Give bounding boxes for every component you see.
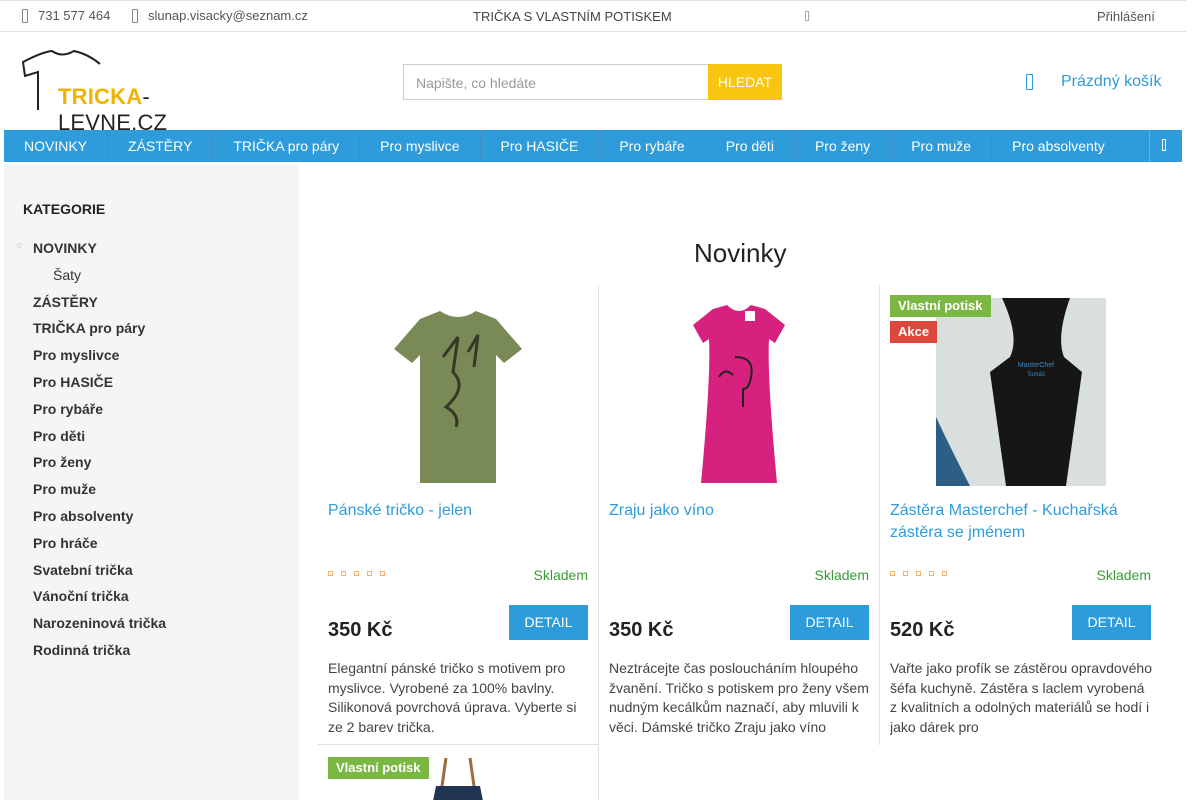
facebook-icon[interactable] [805,11,809,21]
login-link[interactable]: Přihlášení [1097,9,1155,24]
sidebar-item-pro-hrace[interactable]: Pro hráče [33,534,166,561]
sidebar-item-pro-rybare[interactable]: Pro rybáře [33,400,166,427]
nav-item-pro-zeny[interactable]: Pro ženy [795,130,892,162]
email-address: slunap.visacky@seznam.cz [148,8,308,23]
nav-item-pro-hasice[interactable]: Pro HASIČE [481,130,600,162]
product-name[interactable]: Zástěra Masterchef - Kuchařská zástěra s… [890,500,1145,544]
phone-number: 731 577 464 [38,8,111,23]
page-title: Novinky [694,238,787,268]
sidebar-item-pro-absolventy[interactable]: Pro absolventy [33,507,166,534]
svg-text:Tomáš: Tomáš [1027,372,1045,378]
top-bar: 731 577 464 slunap.visacky@seznam.cz TRI… [0,0,1186,32]
menu-toggle-button[interactable] [1149,130,1182,162]
product-image[interactable] [609,297,869,487]
custom-print-badge: Vlastní potisk [328,757,429,779]
sidebar-item-svatebni-tricka[interactable]: Svatební trička [33,561,166,588]
star-icon [890,571,895,576]
phone-contact[interactable]: 731 577 464 [22,8,110,23]
nav-item-novinky[interactable]: NOVINKY [4,130,109,162]
bullet-icon [17,243,22,248]
product-price: 520 Kč [890,619,955,641]
product-price: 350 Kč [609,619,674,641]
email-contact[interactable]: slunap.visacky@seznam.cz [132,8,308,23]
nav-item-pro-myslivce[interactable]: Pro myslivce [360,130,481,162]
detail-button[interactable]: DETAIL [790,605,869,640]
rating-stars [328,571,385,576]
cart-icon[interactable] [1026,74,1033,90]
custom-print-badge: Vlastní potisk [890,295,991,317]
product-price: 350 Kč [328,619,393,641]
sidebar-item-rodinna-tricka[interactable]: Rodinná trička [33,641,166,668]
logo-text: TRICKA-LEVNE.CZ [58,84,168,135]
product-card: Zraju jako víno Skladem 350 Kč DETAIL Ne… [599,285,880,745]
product-image[interactable] [328,297,588,487]
nav-item-pro-rybare[interactable]: Pro rybáře [599,130,706,162]
star-icon [903,571,908,576]
stock-status: Skladem [533,567,588,583]
search-button[interactable]: HLEDAT [708,64,782,100]
stock-status: Skladem [1096,567,1151,583]
nav-item-zastery[interactable]: ZÁSTĚRY [108,130,214,162]
mail-icon [132,8,138,23]
nav-item-pro-absolventy[interactable]: Pro absolventy [992,130,1125,162]
search-input[interactable]: Napište, co hledáte [403,64,709,100]
sidebar-item-novinky[interactable]: NOVINKY [17,239,166,266]
main-navigation: NOVINKY ZÁSTĚRY TRIČKA pro páry Pro mysl… [4,130,1182,162]
product-card: Pánské tričko - jelen Skladem 350 Kč DET… [318,285,599,745]
rating-stars [890,571,947,576]
sale-badge: Akce [890,321,938,343]
detail-button[interactable]: DETAIL [1072,605,1151,640]
detail-button[interactable]: DETAIL [509,605,588,640]
product-card: MasterChef Tomáš Vlastní potisk Akce Zás… [880,285,1161,745]
product-name[interactable]: Pánské tričko - jelen [328,500,583,522]
stock-status: Skladem [814,567,869,583]
sidebar-item-pro-muze[interactable]: Pro muže [33,480,166,507]
sidebar-item-pro-myslivce[interactable]: Pro myslivce [33,346,166,373]
sidebar-item-saty[interactable]: Šaty [33,266,166,293]
site-logo[interactable]: TRICKA-LEVNE.CZ [22,50,227,135]
product-description: Neztrácejte čas posloucháním hloupého žv… [609,660,869,735]
cart-label[interactable]: Prázdný košík [1061,73,1161,91]
product-description: Elegantní pánské tričko s motivem pro my… [328,660,577,735]
sidebar-item-tricka-pro-pary[interactable]: TRIČKA pro páry [33,319,166,346]
sidebar-heading: KATEGORIE [23,201,106,217]
menu-icon [1162,139,1166,151]
star-icon [328,571,333,576]
sidebar-item-zastery[interactable]: ZÁSTĚRY [33,293,166,320]
nav-item-pro-deti[interactable]: Pro děti [706,130,795,162]
product-card: Vlastní potisk [318,746,599,800]
category-sidebar: KATEGORIE NOVINKY Šaty ZÁSTĚRY TRIČKA pr… [4,164,299,800]
sidebar-item-narozeninova-tricka[interactable]: Narozeninová trička [33,614,166,641]
sidebar-item-pro-hasice[interactable]: Pro HASIČE [33,373,166,400]
star-icon [942,571,947,576]
star-icon [929,571,934,576]
product-name[interactable]: Zraju jako víno [609,500,864,522]
nav-item-pro-muze[interactable]: Pro muže [891,130,993,162]
star-icon [354,571,359,576]
svg-text:MasterChef: MasterChef [1018,362,1054,369]
sidebar-item-pro-deti[interactable]: Pro děti [33,427,166,454]
top-headline: TRIČKA S VLASTNÍM POTISKEM [473,9,672,24]
star-icon [341,571,346,576]
sidebar-item-vanocni-tricka[interactable]: Vánoční trička [33,587,166,614]
sidebar-item-pro-zeny[interactable]: Pro ženy [33,453,166,480]
product-image[interactable] [428,756,488,800]
star-icon [380,571,385,576]
star-icon [367,571,372,576]
star-icon [916,571,921,576]
product-description: Vařte jako profík se zástěrou opravdovéh… [890,660,1152,735]
phone-icon [22,8,28,23]
nav-item-tricka-pro-pary[interactable]: TRIČKA pro páry [213,130,361,162]
category-list: NOVINKY Šaty ZÁSTĚRY TRIČKA pro páry Pro… [17,239,166,668]
